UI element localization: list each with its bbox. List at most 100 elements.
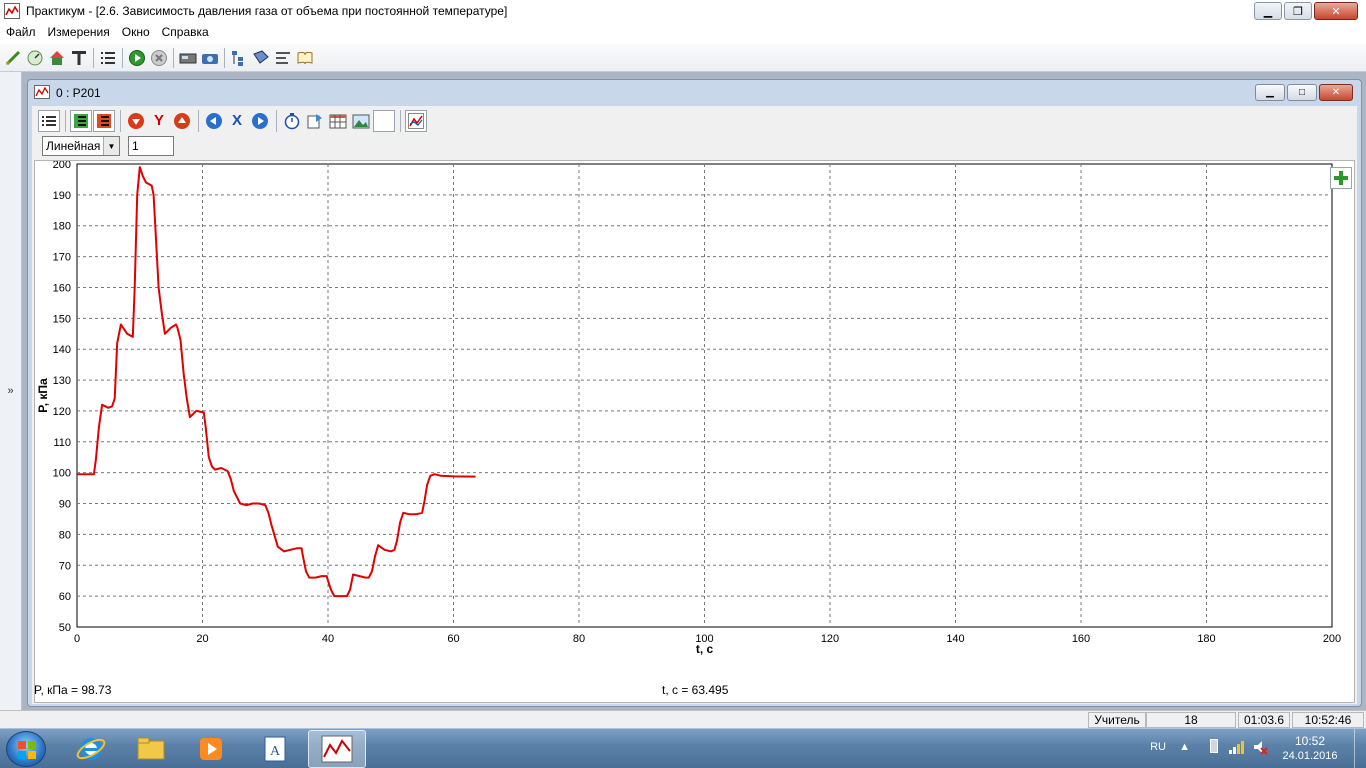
green-list-icon bbox=[74, 113, 88, 128]
taskbar-reader[interactable]: A bbox=[246, 730, 304, 768]
list-icon bbox=[101, 51, 115, 64]
arrow-up-icon bbox=[174, 112, 190, 129]
clock-date: 24.01.2016 bbox=[1282, 750, 1338, 762]
toolbar-settings-button[interactable] bbox=[272, 47, 294, 69]
minimize-button[interactable]: ▁ bbox=[1254, 2, 1282, 20]
graph-minimize-button[interactable]: ▁ bbox=[1255, 84, 1285, 101]
graph-table-button[interactable] bbox=[327, 110, 349, 132]
taskbar-media[interactable] bbox=[182, 730, 240, 768]
toolbar-text-button[interactable] bbox=[68, 47, 90, 69]
close-button[interactable]: ✕ bbox=[1314, 2, 1358, 20]
y-tick-label: 110 bbox=[53, 437, 71, 449]
toolbar-device-button[interactable] bbox=[177, 47, 199, 69]
signal-icon[interactable] bbox=[1228, 739, 1244, 758]
status-bar: Учитель 18 01:03.6 10:52:46 bbox=[0, 710, 1366, 728]
menu-file[interactable]: Файл bbox=[0, 25, 42, 39]
table-icon bbox=[329, 114, 347, 128]
graph-green-list-button[interactable] bbox=[70, 109, 92, 132]
graph-export-button[interactable] bbox=[304, 110, 326, 132]
menu-help[interactable]: Справка bbox=[156, 25, 215, 39]
x-tick-label: 40 bbox=[322, 633, 334, 645]
chart-panel[interactable]: 0 20 40 60 80 100 120 140 160 180 200 50 60 70 80 90 100… bbox=[34, 159, 1355, 703]
graph-maximize-button[interactable]: □ bbox=[1287, 84, 1317, 101]
show-hidden-icons-icon[interactable]: ▲ bbox=[1179, 741, 1190, 753]
close-icon: ✕ bbox=[1331, 5, 1341, 18]
status-elapsed: 01:03.6 bbox=[1238, 712, 1290, 728]
collapsed-side-panel[interactable]: » bbox=[0, 72, 22, 710]
toolbar-home-button[interactable] bbox=[46, 47, 68, 69]
graph-window-titlebar: 0 : P201 ▁ □ ✕ bbox=[28, 80, 1361, 106]
y-tick-label: 140 bbox=[53, 344, 71, 356]
arrow-down-icon bbox=[128, 112, 144, 129]
plus-icon bbox=[1334, 171, 1348, 185]
pressure-time-chart[interactable]: 0 20 40 60 80 100 120 140 160 180 2005060708090100… bbox=[35, 159, 1354, 702]
list-icon bbox=[42, 115, 56, 126]
taskbar-practicum[interactable] bbox=[308, 730, 366, 768]
minimize-icon: ▁ bbox=[1266, 87, 1274, 98]
x-tick-label: 180 bbox=[1197, 633, 1215, 645]
x-tick-label: 60 bbox=[447, 633, 459, 645]
dropdown-arrow-icon[interactable]: ▼ bbox=[103, 137, 119, 155]
menu-window[interactable]: Окно bbox=[116, 25, 156, 39]
graph-chart-settings-button[interactable] bbox=[405, 109, 427, 132]
start-button[interactable] bbox=[6, 731, 46, 767]
camera-icon bbox=[202, 53, 218, 64]
app-chart-icon bbox=[4, 3, 20, 19]
toolbar-separator bbox=[65, 109, 66, 132]
expand-chevron-icon[interactable]: » bbox=[7, 385, 13, 397]
toolbar-separator bbox=[120, 109, 121, 132]
graph-blank-button[interactable] bbox=[373, 109, 395, 132]
scale-value-input[interactable]: 1 bbox=[128, 136, 174, 156]
toolbar-separator bbox=[198, 109, 199, 132]
toolbar-separator bbox=[224, 47, 225, 68]
maximize-icon: □ bbox=[1298, 87, 1306, 98]
graph-up-button[interactable] bbox=[171, 110, 193, 132]
settings-list-icon bbox=[276, 51, 290, 64]
taskbar-explorer[interactable] bbox=[122, 730, 180, 768]
graph-right-button[interactable] bbox=[249, 110, 271, 132]
clock[interactable]: 10:52 24.01.2016 bbox=[1278, 734, 1342, 762]
x-tick-label: 120 bbox=[821, 633, 839, 645]
toolbar-tree-button[interactable] bbox=[228, 47, 250, 69]
taskbar-ie[interactable] bbox=[62, 730, 120, 768]
x-tick-label: 200 bbox=[1323, 633, 1341, 645]
chart-app-icon bbox=[321, 735, 353, 763]
x-tick-label: 20 bbox=[196, 633, 208, 645]
y-tick-label: 80 bbox=[59, 529, 71, 541]
scale-type-select[interactable]: Линейная ▼ bbox=[42, 136, 120, 156]
graph-list-button[interactable] bbox=[38, 109, 60, 132]
restore-button[interactable]: ❐ bbox=[1284, 2, 1312, 20]
show-desktop-button[interactable] bbox=[1354, 729, 1366, 768]
graph-toolbar: Y X bbox=[38, 108, 428, 133]
toolbar-camera-button[interactable] bbox=[199, 47, 221, 69]
toolbar-start-button[interactable] bbox=[126, 47, 148, 69]
os-taskbar: A RU ▲ 10:52 24.01.2016 bbox=[0, 728, 1366, 768]
graph-close-button[interactable]: ✕ bbox=[1319, 84, 1353, 101]
toolbar-connect-button[interactable] bbox=[2, 47, 24, 69]
x-tick-label: 80 bbox=[573, 633, 585, 645]
graph-y-axis-button[interactable]: Y bbox=[148, 110, 170, 132]
language-indicator[interactable]: RU bbox=[1150, 741, 1166, 753]
graph-window-title: 0 : P201 bbox=[56, 86, 101, 100]
graph-red-list-button[interactable] bbox=[93, 109, 115, 132]
battery-icon[interactable] bbox=[1210, 739, 1218, 753]
time-readout: t, c = 63.495 bbox=[662, 683, 729, 697]
menu-measurements[interactable]: Измерения bbox=[42, 25, 116, 39]
toolbar-help-button[interactable] bbox=[294, 47, 316, 69]
zoom-in-button[interactable] bbox=[1330, 167, 1352, 189]
y-tick-label: 70 bbox=[59, 560, 71, 572]
toolbar-sensor-button[interactable] bbox=[24, 47, 46, 69]
graph-down-button[interactable] bbox=[125, 110, 147, 132]
toolbar-list-button[interactable] bbox=[97, 47, 119, 69]
graph-chart-icon bbox=[34, 84, 50, 102]
main-toolbar bbox=[0, 44, 1366, 72]
graph-image-button[interactable] bbox=[350, 110, 372, 132]
graph-x-axis-button[interactable]: X bbox=[226, 110, 248, 132]
volume-muted-icon[interactable] bbox=[1252, 739, 1268, 758]
menu-bar: Файл Измерения Окно Справка bbox=[0, 22, 1366, 42]
toolbar-stop-button[interactable] bbox=[148, 47, 170, 69]
arrow-right-icon bbox=[252, 112, 268, 129]
graph-timer-button[interactable] bbox=[281, 110, 303, 132]
graph-left-button[interactable] bbox=[203, 110, 225, 132]
toolbar-book-button[interactable] bbox=[250, 47, 272, 69]
